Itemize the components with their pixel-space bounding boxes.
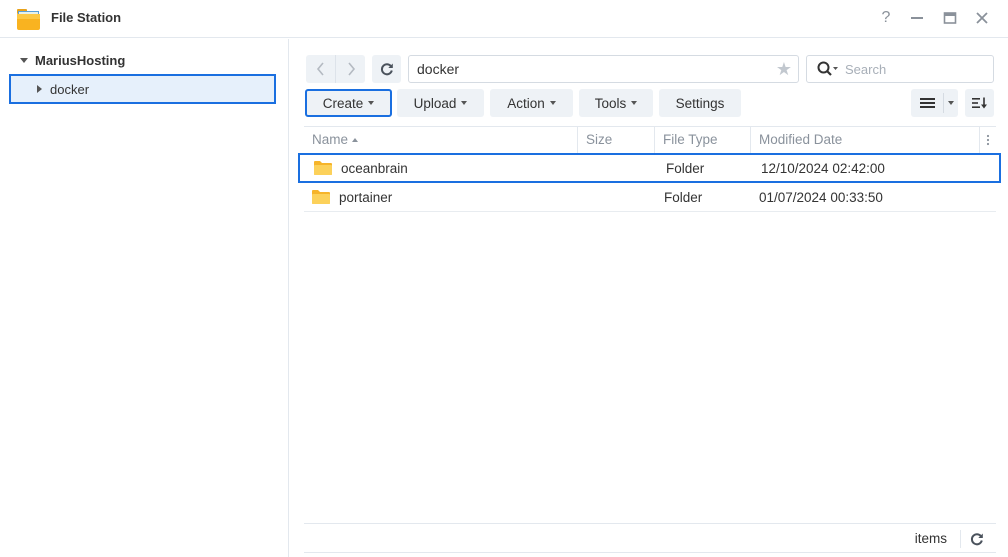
path-input[interactable]: docker ★ bbox=[408, 55, 799, 83]
modified-date: 12/10/2024 02:42:00 bbox=[761, 160, 885, 176]
status-bar: items bbox=[304, 523, 996, 553]
tree-root-mariushosting[interactable]: MariusHosting bbox=[20, 53, 125, 68]
close-icon bbox=[976, 12, 988, 24]
sort-ascending-icon bbox=[352, 138, 359, 143]
sidebar-item-label: docker bbox=[50, 81, 90, 97]
file-name: oceanbrain bbox=[341, 160, 408, 176]
settings-label: Settings bbox=[675, 95, 725, 111]
caret-down-icon[interactable] bbox=[20, 58, 28, 63]
upload-label: Upload bbox=[413, 95, 457, 111]
column-size-label: Size bbox=[586, 132, 613, 147]
column-modified-label: Modified Date bbox=[759, 132, 843, 147]
dropdown-arrow-icon bbox=[549, 101, 556, 105]
minimize-button[interactable] bbox=[907, 8, 927, 28]
maximize-button[interactable] bbox=[940, 8, 960, 28]
favorite-star-icon[interactable]: ★ bbox=[776, 57, 792, 81]
table-row[interactable]: oceanbrain Folder 12/10/2024 02:42:00 bbox=[298, 153, 1001, 183]
column-header-modified-date[interactable]: Modified Date bbox=[751, 127, 980, 153]
column-options-button[interactable] bbox=[980, 127, 996, 153]
list-view-icon bbox=[919, 98, 935, 108]
chevron-left-icon bbox=[316, 62, 324, 76]
dropdown-arrow-icon bbox=[368, 101, 375, 105]
file-name: portainer bbox=[339, 189, 393, 205]
view-mode-dropdown[interactable] bbox=[944, 89, 958, 117]
sort-button[interactable] bbox=[965, 89, 994, 117]
help-icon: ? bbox=[881, 9, 891, 26]
column-header-size[interactable]: Size bbox=[578, 127, 655, 153]
sidebar-item-docker[interactable]: docker bbox=[9, 74, 276, 104]
dropdown-arrow-icon bbox=[461, 101, 468, 105]
column-header-file-type[interactable]: File Type bbox=[655, 127, 751, 153]
refresh-icon bbox=[970, 533, 983, 546]
close-button[interactable] bbox=[972, 8, 992, 28]
search-box[interactable] bbox=[806, 55, 994, 83]
refresh-button[interactable] bbox=[372, 55, 401, 83]
history-nav bbox=[306, 55, 365, 83]
refresh-icon bbox=[380, 63, 393, 76]
forward-button[interactable] bbox=[336, 55, 365, 83]
help-button[interactable]: ? bbox=[876, 8, 896, 28]
folder-icon bbox=[314, 161, 332, 175]
file-type: Folder bbox=[664, 189, 703, 205]
sidebar: MariusHosting docker bbox=[0, 39, 289, 557]
caret-right-icon[interactable] bbox=[37, 85, 42, 93]
settings-button[interactable]: Settings bbox=[659, 89, 741, 117]
footer-refresh-button[interactable] bbox=[968, 530, 986, 548]
table-row[interactable]: portainer Folder 01/07/2024 00:33:50 bbox=[304, 183, 996, 212]
list-view-toggle[interactable] bbox=[911, 89, 943, 117]
app-title: File Station bbox=[51, 10, 122, 25]
chevron-right-icon bbox=[347, 62, 355, 76]
search-input[interactable] bbox=[845, 61, 985, 77]
tools-button[interactable]: Tools bbox=[579, 89, 653, 117]
title-bar: File Station ? bbox=[0, 0, 1008, 38]
minimize-icon bbox=[911, 17, 923, 19]
upload-button[interactable]: Upload bbox=[397, 89, 484, 117]
sort-icon bbox=[971, 97, 987, 109]
create-label: Create bbox=[322, 95, 364, 111]
path-value: docker bbox=[417, 61, 460, 77]
maximize-icon bbox=[943, 12, 957, 24]
column-header-name[interactable]: Name bbox=[304, 127, 578, 153]
more-vertical-icon bbox=[986, 134, 990, 146]
create-button[interactable]: Create bbox=[305, 89, 392, 117]
column-name-label: Name bbox=[312, 132, 349, 147]
file-station-app-icon bbox=[17, 9, 40, 30]
tools-label: Tools bbox=[594, 95, 627, 111]
items-count-label: items bbox=[914, 531, 947, 546]
action-button[interactable]: Action bbox=[490, 89, 573, 117]
tree-root-label: MariusHosting bbox=[35, 53, 126, 68]
file-type: Folder bbox=[666, 160, 705, 176]
search-icon[interactable] bbox=[817, 61, 839, 77]
back-button[interactable] bbox=[306, 55, 335, 83]
modified-date: 01/07/2024 00:33:50 bbox=[759, 189, 883, 205]
folder-icon bbox=[312, 190, 330, 204]
action-label: Action bbox=[507, 95, 545, 111]
column-file-type-label: File Type bbox=[663, 132, 718, 147]
dropdown-arrow-icon bbox=[948, 101, 954, 105]
dropdown-arrow-icon bbox=[631, 101, 638, 105]
file-grid-header: Name Size File Type Modified Date bbox=[304, 126, 996, 154]
view-mode-button[interactable] bbox=[911, 89, 958, 117]
divider bbox=[960, 530, 961, 548]
